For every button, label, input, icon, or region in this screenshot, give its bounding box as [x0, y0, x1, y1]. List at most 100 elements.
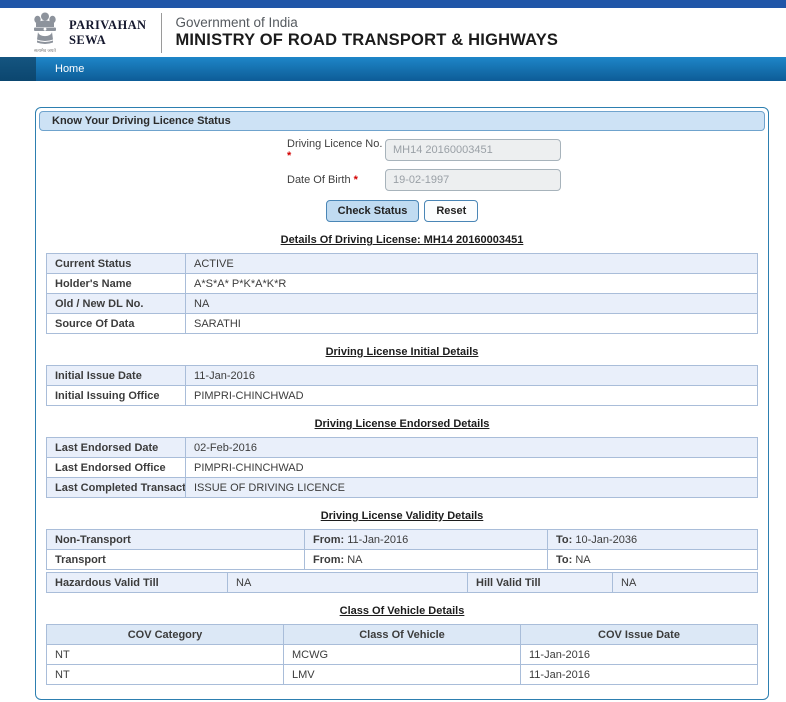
- ministry-title: MINISTRY OF ROAD TRANSPORT & HIGHWAYS: [175, 31, 559, 49]
- dob-input[interactable]: [385, 169, 561, 191]
- parivahan-sewa-logo: PARIVAHAN SEWA: [69, 18, 146, 47]
- row-label: Initial Issue Date: [46, 365, 186, 386]
- header-divider: [161, 12, 163, 53]
- cov-class: MCWG: [283, 644, 521, 665]
- panel-title: Know Your Driving Licence Status: [39, 111, 765, 131]
- reset-button[interactable]: Reset: [424, 200, 479, 222]
- table-row: Source Of Data SARATHI: [46, 313, 758, 334]
- row-value: A*S*A* P*K*A*K*R: [185, 273, 758, 294]
- dl-number-label-text: Driving Licence No.: [287, 138, 383, 150]
- from-value: 11-Jan-2016: [347, 533, 409, 546]
- row-label: Current Status: [46, 253, 186, 274]
- check-status-button[interactable]: Check Status: [325, 200, 420, 222]
- dl-number-input[interactable]: [385, 139, 561, 161]
- cov-category: NT: [46, 664, 284, 685]
- government-of-india-text: Government of India: [175, 15, 298, 30]
- validity-details-heading: Driving License Validity Details: [320, 510, 484, 522]
- cov-category: NT: [46, 644, 284, 665]
- table-row: Initial Issuing Office PIMPRI-CHINCHWAD: [46, 385, 758, 406]
- cov-issue-date: 11-Jan-2016: [520, 644, 758, 665]
- status-panel: Know Your Driving Licence Status Driving…: [35, 107, 769, 700]
- row-value: ISSUE OF DRIVING LICENCE: [185, 477, 758, 498]
- form-buttons: Check Status Reset: [36, 200, 768, 222]
- hill-value: NA: [612, 572, 758, 593]
- row-label: Initial Issuing Office: [46, 385, 186, 406]
- validity-from-cell: From: NA: [304, 549, 548, 570]
- table-row: Old / New DL No. NA: [46, 293, 758, 314]
- required-asterisk: *: [287, 150, 292, 162]
- row-value: PIMPRI-CHINCHWAD: [185, 385, 758, 406]
- cov-heading: Class Of Vehicle Details: [339, 605, 465, 617]
- main-nav: Home: [0, 57, 786, 81]
- validity-to-cell: To: NA: [547, 549, 758, 570]
- table-row: NT LMV 11-Jan-2016: [46, 664, 758, 685]
- table-row: Transport From: NA To: NA: [46, 549, 758, 570]
- row-value: PIMPRI-CHINCHWAD: [185, 457, 758, 478]
- national-emblem-icon: सत्यमेव जयते: [28, 11, 62, 54]
- table-row: Holder's Name A*S*A* P*K*A*K*R: [46, 273, 758, 294]
- cov-col-class: Class Of Vehicle: [283, 624, 521, 645]
- initial-details-table: Initial Issue Date 11-Jan-2016 Initial I…: [46, 365, 758, 406]
- row-value: NA: [185, 293, 758, 314]
- dl-number-label: Driving Licence No. *: [287, 138, 385, 162]
- row-label: Old / New DL No.: [46, 293, 186, 314]
- to-value: 10-Jan-2036: [575, 533, 638, 546]
- nav-item-home[interactable]: Home: [55, 63, 84, 75]
- emblem-caption: सत्यमेव जयते: [34, 48, 56, 53]
- required-asterisk: *: [353, 174, 358, 186]
- cov-class: LMV: [283, 664, 521, 685]
- validity-to-cell: To: 10-Jan-2036: [547, 529, 758, 550]
- details-heading: Details Of Driving License: MH14 2016000…: [280, 234, 524, 246]
- from-label: From:: [313, 553, 345, 566]
- cov-header-row: COV Category Class Of Vehicle COV Issue …: [46, 624, 758, 645]
- details-table: Current Status ACTIVE Holder's Name A*S*…: [46, 253, 758, 334]
- cov-issue-date: 11-Jan-2016: [520, 664, 758, 685]
- row-label: Last Completed Transaction: [46, 477, 186, 498]
- table-row: Hazardous Valid Till NA Hill Valid Till …: [46, 572, 758, 593]
- row-value: 11-Jan-2016: [185, 365, 758, 386]
- table-row: Current Status ACTIVE: [46, 253, 758, 274]
- hazardous-value: NA: [227, 572, 468, 593]
- table-row: Last Completed Transaction ISSUE OF DRIV…: [46, 477, 758, 498]
- dob-label: Date Of Birth *: [287, 174, 385, 186]
- cov-col-category: COV Category: [46, 624, 284, 645]
- to-label: To:: [556, 533, 573, 546]
- row-label: Transport: [46, 549, 305, 570]
- table-row: Non-Transport From: 11-Jan-2016 To: 10-J…: [46, 529, 758, 550]
- initial-details-heading: Driving License Initial Details: [325, 346, 479, 358]
- row-value: 02-Feb-2016: [185, 437, 758, 458]
- validity-from-cell: From: 11-Jan-2016: [304, 529, 548, 550]
- row-label: Last Endorsed Date: [46, 437, 186, 458]
- row-label: Source Of Data: [46, 313, 186, 334]
- cov-col-issue-date: COV Issue Date: [520, 624, 758, 645]
- nav-left-shade: [0, 57, 36, 81]
- dl-number-row: Driving Licence No. *: [36, 138, 768, 162]
- cov-table: COV Category Class Of Vehicle COV Issue …: [46, 624, 758, 685]
- dob-label-text: Date Of Birth: [287, 174, 351, 186]
- table-row: NT MCWG 11-Jan-2016: [46, 644, 758, 665]
- logo-line-1: PARIVAHAN: [69, 18, 147, 33]
- from-value: NA: [347, 553, 363, 566]
- table-row: Initial Issue Date 11-Jan-2016: [46, 365, 758, 386]
- row-label: Non-Transport: [46, 529, 305, 550]
- hazardous-label: Hazardous Valid Till: [46, 572, 228, 593]
- row-value: SARATHI: [185, 313, 758, 334]
- to-value: NA: [575, 553, 591, 566]
- validity-details-table: Non-Transport From: 11-Jan-2016 To: 10-J…: [46, 529, 758, 570]
- endorsed-details-heading: Driving License Endorsed Details: [314, 418, 490, 430]
- table-row: Last Endorsed Office PIMPRI-CHINCHWAD: [46, 457, 758, 478]
- row-value: ACTIVE: [185, 253, 758, 274]
- endorsed-details-table: Last Endorsed Date 02-Feb-2016 Last Endo…: [46, 437, 758, 498]
- site-header: सत्यमेव जयते PARIVAHAN SEWA Government o…: [0, 8, 786, 57]
- hill-label: Hill Valid Till: [467, 572, 613, 593]
- logo-line-2: SEWA: [69, 32, 107, 47]
- table-row: Last Endorsed Date 02-Feb-2016: [46, 437, 758, 458]
- top-accent-bar: [0, 0, 786, 8]
- validity-extra-table: Hazardous Valid Till NA Hill Valid Till …: [46, 572, 758, 593]
- ministry-block: Government of India MINISTRY OF ROAD TRA…: [175, 15, 558, 50]
- from-label: From:: [313, 533, 345, 546]
- to-label: To:: [556, 553, 573, 566]
- dob-row: Date Of Birth *: [36, 169, 768, 191]
- row-label: Last Endorsed Office: [46, 457, 186, 478]
- row-label: Holder's Name: [46, 273, 186, 294]
